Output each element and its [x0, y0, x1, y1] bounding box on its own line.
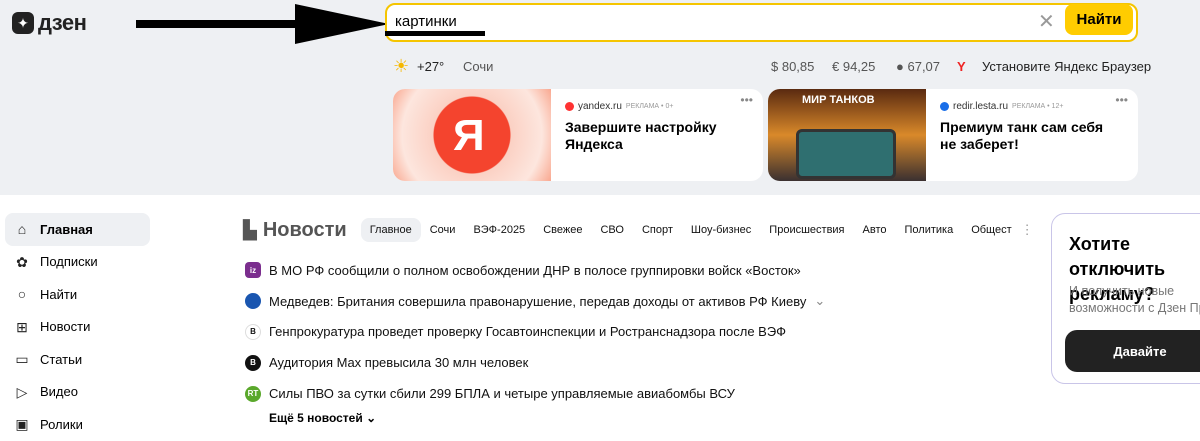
ad-image: МИР ТАНКОВ — [768, 89, 926, 181]
dzen-star-icon: ✦ — [12, 12, 34, 34]
tab-incidents[interactable]: Происшествия — [760, 218, 853, 242]
news-text: В МО РФ сообщили о полном освобождении Д… — [269, 262, 801, 278]
sidebar-item-label: Ролики — [40, 416, 83, 432]
tab-fresh[interactable]: Свежее — [534, 218, 591, 242]
news-text: Аудитория Max превысила 30 млн человек — [269, 355, 529, 371]
lesta-icon — [940, 102, 949, 111]
dzen-pro-card: Хотите отключить рекламу? И получить нов… — [1051, 213, 1200, 384]
sidebar-item-home[interactable]: ⌂ Главная — [5, 213, 150, 246]
ad-label: РЕКЛАМА • 0+ — [625, 103, 674, 110]
sidebar-item-label: Подписки — [40, 254, 98, 270]
yandex-browser-icon: Y — [957, 59, 966, 74]
ad-card[interactable]: МИР ТАНКОВ redir.lesta.ru РЕКЛАМА • 12+ П… — [768, 89, 1138, 181]
ad-title[interactable]: Завершите настройку Яндекса — [565, 119, 745, 153]
ad-domain: redir.lesta.ru — [953, 101, 1009, 112]
news-title[interactable]: Новости — [263, 219, 347, 242]
articles-icon: ▭ — [15, 351, 29, 368]
clear-icon[interactable]: ✕ — [1038, 9, 1055, 34]
pro-subtitle: И получить новые возможности с Дзен Про — [1069, 283, 1200, 317]
temperature: +27° — [417, 59, 445, 74]
news-item[interactable]: Медведев: Британия совершила правонаруше… — [245, 286, 825, 317]
more-icon[interactable]: ••• — [1115, 93, 1128, 107]
news-item[interactable]: RT Силы ПВО за сутки сбили 299 БПЛА и чет… — [245, 378, 825, 409]
tab-sport[interactable]: Спорт — [633, 218, 682, 242]
more-news-button[interactable]: Ещё 5 новостей ⌄ — [269, 411, 825, 425]
news-item[interactable]: iz В МО РФ сообщили о полном освобождении… — [245, 255, 825, 286]
yandex-icon — [565, 102, 574, 111]
news-text: Генпрокуратура проведет проверку Госавто… — [269, 324, 787, 340]
more-news-label: Ещё 5 новостей — [269, 410, 363, 425]
source-icon — [245, 293, 261, 310]
ad-domain: yandex.ru — [578, 101, 622, 112]
source-icon: iz — [245, 262, 261, 279]
news-list: iz В МО РФ сообщили о полном освобождении… — [245, 255, 825, 425]
tab-vef[interactable]: ВЭФ-2025 — [464, 218, 534, 242]
source-icon: В — [245, 354, 261, 371]
chest-image — [796, 129, 896, 179]
tab-politics[interactable]: Политика — [896, 218, 963, 242]
news-header: ▙ Новости Главное Сочи ВЭФ-2025 Свежее С… — [243, 218, 1034, 242]
sidebar-item-label: Видео — [40, 384, 78, 400]
logo[interactable]: ✦ дзен — [12, 10, 87, 36]
ad-source: redir.lesta.ru РЕКЛАМА • 12+ — [940, 101, 1063, 112]
search-icon: ○ — [17, 286, 27, 303]
video-icon: ▷ — [16, 383, 28, 400]
news-item[interactable]: В Аудитория Max превысила 30 млн человек — [245, 347, 825, 378]
news-text: Медведев: Британия совершила правонаруше… — [269, 293, 807, 309]
home-icon: ⌂ — [17, 221, 27, 238]
ad-label: РЕКЛАМА • 12+ — [1012, 103, 1064, 110]
browser-promo-link[interactable]: Установите Яндекс Браузер — [982, 59, 1151, 74]
ad-card[interactable]: Я yandex.ru РЕКЛАМА • 0+ Завершите настро… — [393, 89, 763, 181]
tab-main[interactable]: Главное — [360, 218, 421, 242]
tab-showbiz[interactable]: Шоу-бизнес — [682, 218, 760, 242]
search-box[interactable] — [385, 3, 1138, 42]
tab-sochi[interactable]: Сочи — [421, 218, 465, 242]
source-icon: RT — [245, 385, 261, 402]
search-input[interactable] — [395, 13, 995, 30]
sidebar-item-news[interactable]: ⊞ Новости — [5, 311, 150, 344]
clips-icon: ▣ — [15, 416, 29, 433]
sun-icon: ☀ — [393, 56, 410, 76]
subscriptions-icon: ✿ — [16, 253, 28, 270]
chevron-down-icon: ⌄ — [366, 410, 377, 425]
news-icon: ⊞ — [16, 318, 28, 335]
sidebar-item-search[interactable]: ○ Найти — [5, 278, 150, 311]
sidebar-item-label: Главная — [40, 221, 93, 237]
oil-drop-icon: ● — [896, 59, 904, 74]
eur-rate[interactable]: € 94,25 — [832, 59, 875, 74]
sidebar-item-subscriptions[interactable]: ✿ Подписки — [5, 246, 150, 279]
sidebar-item-articles[interactable]: ▭ Статьи — [5, 343, 150, 376]
sidebar-item-clips[interactable]: ▣ Ролики — [5, 408, 150, 441]
annotation-underline — [385, 31, 485, 36]
annotation-arrow — [136, 20, 306, 28]
tab-auto[interactable]: Авто — [854, 218, 896, 242]
annotation-arrow-head — [295, 4, 389, 44]
sidebar-item-label: Найти — [40, 286, 78, 302]
more-tabs-icon[interactable]: ⋮ — [1021, 222, 1034, 238]
game-logo: МИР ТАНКОВ — [802, 94, 875, 106]
news-item[interactable]: В Генпрокуратура проведет проверку Госавт… — [245, 317, 825, 348]
ad-title[interactable]: Премиум танк сам себя не заберет! — [940, 119, 1120, 153]
pro-accept-button[interactable]: Давайте — [1065, 330, 1200, 372]
tab-svo[interactable]: СВО — [591, 218, 632, 242]
pro-subtitle-text: И получить новые возможности с Дзен Про — [1069, 284, 1200, 315]
more-icon[interactable]: ••• — [740, 93, 753, 107]
usd-rate[interactable]: $ 80,85 — [771, 59, 814, 74]
yandex-logo: Я — [453, 111, 485, 160]
news-logo-icon: ▙ — [243, 219, 257, 240]
search-button[interactable]: Найти — [1065, 4, 1133, 35]
ad-source: yandex.ru РЕКЛАМА • 0+ — [565, 101, 673, 112]
city[interactable]: Сочи — [463, 59, 493, 74]
sidebar-item-label: Статьи — [40, 351, 83, 367]
sidebar-item-label: Новости — [40, 319, 91, 335]
sidebar-item-video[interactable]: ▷ Видео — [5, 376, 150, 409]
tab-society[interactable]: Общест — [962, 218, 1020, 242]
source-icon: В — [245, 323, 261, 340]
oil-rate[interactable]: ● 67,07 — [896, 59, 940, 74]
oil-value: 67,07 — [907, 59, 941, 74]
ad-image: Я — [393, 89, 551, 181]
news-text: Силы ПВО за сутки сбили 299 БПЛА и четыр… — [269, 386, 735, 402]
sidebar: ⌂ Главная ✿ Подписки ○ Найти ⊞ Новости ▭ Стат… — [5, 213, 150, 441]
chevron-down-icon[interactable]: ⌄ — [814, 293, 825, 309]
